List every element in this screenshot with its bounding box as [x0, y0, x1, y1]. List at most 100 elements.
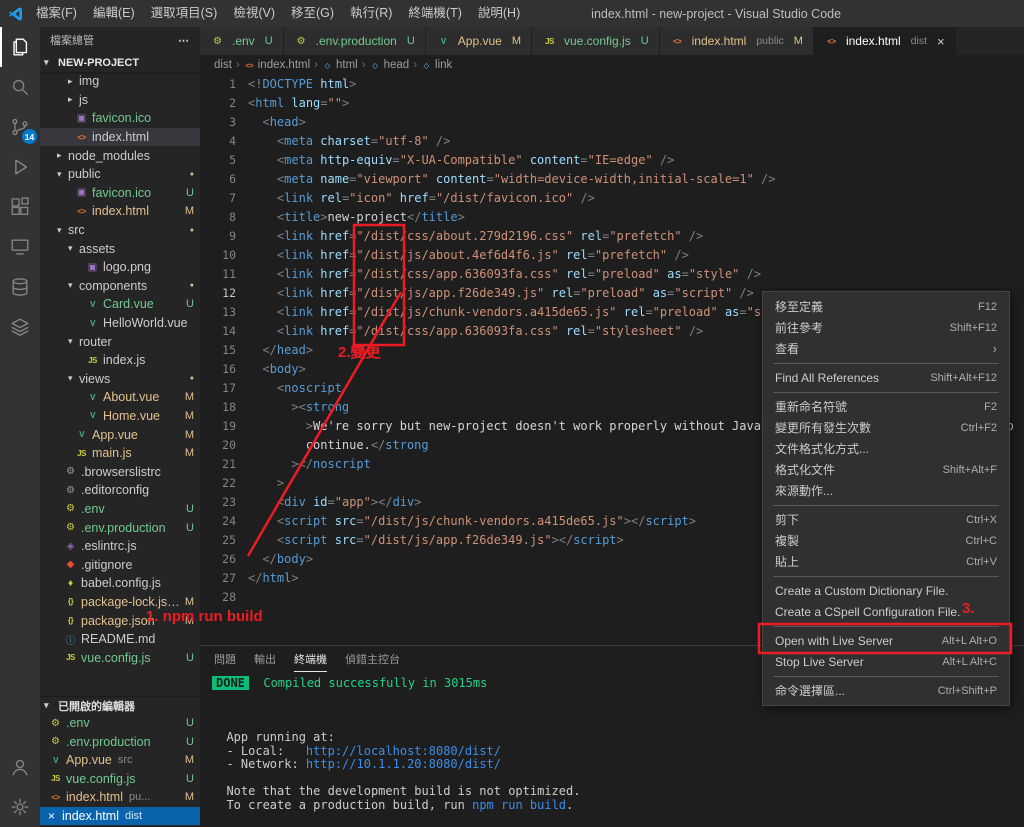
- open-editor-item[interactable]: V App.vue src M: [40, 751, 200, 770]
- context-menu-item[interactable]: 移至定義 F12: [763, 296, 1009, 317]
- tree-item[interactable]: V HelloWorld.vue: [40, 314, 200, 333]
- context-menu-item[interactable]: 查看 ›: [763, 338, 1009, 359]
- panel-tab[interactable]: 問題: [214, 646, 236, 672]
- menu-item[interactable]: 檢視(V): [225, 0, 283, 27]
- context-menu-item[interactable]: Stop Live Server Alt+L Alt+C: [763, 651, 1009, 672]
- project-root-row[interactable]: ▾ NEW-PROJECT: [40, 53, 200, 72]
- tree-item[interactable]: ⚙ .browserslistrc: [40, 462, 200, 481]
- tree-item[interactable]: ⚙ .env.production U: [40, 518, 200, 537]
- editor-tab[interactable]: V App.vue M: [425, 27, 532, 55]
- open-editor-item[interactable]: ⚙ .env.production U: [40, 733, 200, 752]
- context-menu-item[interactable]: 文件格式化方式...: [763, 438, 1009, 459]
- tree-item[interactable]: ▾ views ●: [40, 370, 200, 389]
- run-debug-icon[interactable]: [0, 147, 40, 187]
- tree-item[interactable]: ⚙ .env U: [40, 500, 200, 519]
- tree-item[interactable]: <> index.html: [40, 127, 200, 147]
- editor-tab[interactable]: <> index.html dist ×: [813, 27, 956, 55]
- context-menu-item[interactable]: 貼上 Ctrl+V: [763, 551, 1009, 572]
- menu-item[interactable]: 執行(R): [342, 0, 400, 27]
- more-actions-icon[interactable]: ⋯: [178, 34, 190, 47]
- context-menu-item[interactable]: 重新命名符號 F2: [763, 396, 1009, 417]
- code-line[interactable]: 1 <!DOCTYPE html>: [200, 75, 1024, 94]
- open-editors-header[interactable]: ▾ 已開啟的編輯器: [40, 697, 200, 714]
- tree-item[interactable]: <> index.html M: [40, 202, 200, 221]
- tree-item[interactable]: ◆ .gitignore: [40, 555, 200, 574]
- tree-item[interactable]: ▾ assets: [40, 239, 200, 258]
- code-line[interactable]: 5 <meta http-equiv="X-UA-Compatible" con…: [200, 151, 1024, 170]
- context-menu-item[interactable]: Find All References Shift+Alt+F12: [763, 367, 1009, 388]
- tree-item[interactable]: ⚙ .editorconfig: [40, 481, 200, 500]
- menu-item[interactable]: 檔案(F): [28, 0, 85, 27]
- tree-item[interactable]: ▾ src ●: [40, 221, 200, 240]
- editor-tab[interactable]: ⚙ .env U: [200, 27, 284, 55]
- search-icon[interactable]: [0, 67, 40, 107]
- code-line[interactable]: 4 <meta charset="utf-8" />: [200, 132, 1024, 151]
- remote-explorer-icon[interactable]: [0, 227, 40, 267]
- context-menu-item[interactable]: 變更所有發生次數 Ctrl+F2: [763, 417, 1009, 438]
- panel-tab[interactable]: 輸出: [254, 646, 276, 672]
- database-icon[interactable]: [0, 267, 40, 307]
- open-editor-item[interactable]: × index.html dist: [40, 806, 200, 825]
- tree-item[interactable]: JS vue.config.js U: [40, 648, 200, 667]
- open-editor-item[interactable]: <> index.html pu... M: [40, 788, 200, 807]
- tree-item[interactable]: V App.vue M: [40, 425, 200, 444]
- tree-item[interactable]: {} package.json M: [40, 611, 200, 630]
- code-line[interactable]: 2 <html lang="">: [200, 94, 1024, 113]
- extensions-icon[interactable]: [0, 187, 40, 227]
- breadcrumb-item[interactable]: dist: [214, 59, 232, 71]
- tree-item[interactable]: V About.vue M: [40, 388, 200, 407]
- tree-item[interactable]: ▸ img: [40, 72, 200, 91]
- tree-item[interactable]: ▾ public ●: [40, 165, 200, 184]
- tree-item[interactable]: ▣ favicon.ico U: [40, 184, 200, 203]
- source-control-icon[interactable]: 14: [0, 107, 40, 147]
- open-editor-item[interactable]: JS vue.config.js U: [40, 770, 200, 789]
- context-menu-item[interactable]: Open with Live Server Alt+L Alt+O: [763, 630, 1009, 651]
- tree-item[interactable]: ⓘ README.md: [40, 630, 200, 649]
- open-editor-item[interactable]: ⚙ .env U: [40, 714, 200, 733]
- tree-item[interactable]: ▸ node_modules: [40, 146, 200, 165]
- context-menu-item[interactable]: 複製 Ctrl+C: [763, 530, 1009, 551]
- close-icon[interactable]: ×: [937, 34, 945, 49]
- tree-item[interactable]: ▣ favicon.ico: [40, 109, 200, 128]
- breadcrumb-item[interactable]: ◇ html: [322, 59, 358, 71]
- breadcrumb-item[interactable]: <> index.html: [244, 59, 310, 71]
- menu-item[interactable]: 編輯(E): [85, 0, 143, 27]
- menu-item[interactable]: 移至(G): [283, 0, 342, 27]
- panel-tab[interactable]: 偵錯主控台: [345, 646, 400, 672]
- context-menu-item[interactable]: 命令選擇區... Ctrl+Shift+P: [763, 680, 1009, 701]
- code-line[interactable]: 9 <link href="/dist/css/about.279d2196.c…: [200, 227, 1024, 246]
- code-line[interactable]: 7 <link rel="icon" href="/dist/favicon.i…: [200, 189, 1024, 208]
- tree-item[interactable]: JS index.js: [40, 351, 200, 370]
- context-menu-item[interactable]: 前往參考 Shift+F12: [763, 317, 1009, 338]
- context-menu-item[interactable]: Create a Custom Dictionary File.: [763, 580, 1009, 601]
- code-line[interactable]: 8 <title>new-project</title>: [200, 208, 1024, 227]
- context-menu-item[interactable]: 剪下 Ctrl+X: [763, 509, 1009, 530]
- code-line[interactable]: 6 <meta name="viewport" content="width=d…: [200, 170, 1024, 189]
- breadcrumb-item[interactable]: ◇ link: [421, 59, 453, 71]
- tree-item[interactable]: JS main.js M: [40, 444, 200, 463]
- close-icon[interactable]: ×: [48, 809, 62, 823]
- panel-tab[interactable]: 終端機: [294, 646, 327, 672]
- editor-tab[interactable]: <> index.html public M: [659, 27, 814, 55]
- tree-item[interactable]: ▸ js: [40, 91, 200, 110]
- tree-item[interactable]: ▾ components ●: [40, 277, 200, 296]
- layers-icon[interactable]: [0, 307, 40, 347]
- editor-tab[interactable]: ⚙ .env.production U: [283, 27, 426, 55]
- context-menu-item[interactable]: 格式化文件 Shift+Alt+F: [763, 459, 1009, 480]
- code-line[interactable]: 11 <link href="/dist/css/app.636093fa.cs…: [200, 265, 1024, 284]
- tree-item[interactable]: ◈ .eslintrc.js: [40, 537, 200, 556]
- menu-item[interactable]: 說明(H): [470, 0, 528, 27]
- account-icon[interactable]: [0, 747, 40, 787]
- editor-tab[interactable]: JS vue.config.js U: [531, 27, 660, 55]
- tree-item[interactable]: ♦ babel.config.js: [40, 574, 200, 593]
- settings-gear-icon[interactable]: [0, 787, 40, 827]
- tree-item[interactable]: V Card.vue U: [40, 295, 200, 314]
- tree-item[interactable]: ▣ logo.png: [40, 258, 200, 277]
- code-line[interactable]: 10 <link href="/dist/js/about.4ef6d4f6.j…: [200, 246, 1024, 265]
- explorer-icon[interactable]: [0, 27, 40, 67]
- menu-item[interactable]: 選取項目(S): [143, 0, 226, 27]
- context-menu-item[interactable]: 來源動作...: [763, 480, 1009, 501]
- code-line[interactable]: 3 <head>: [200, 113, 1024, 132]
- context-menu-item[interactable]: Create a CSpell Configuration File.: [763, 601, 1009, 622]
- tree-item[interactable]: {} package-lock.json M: [40, 593, 200, 612]
